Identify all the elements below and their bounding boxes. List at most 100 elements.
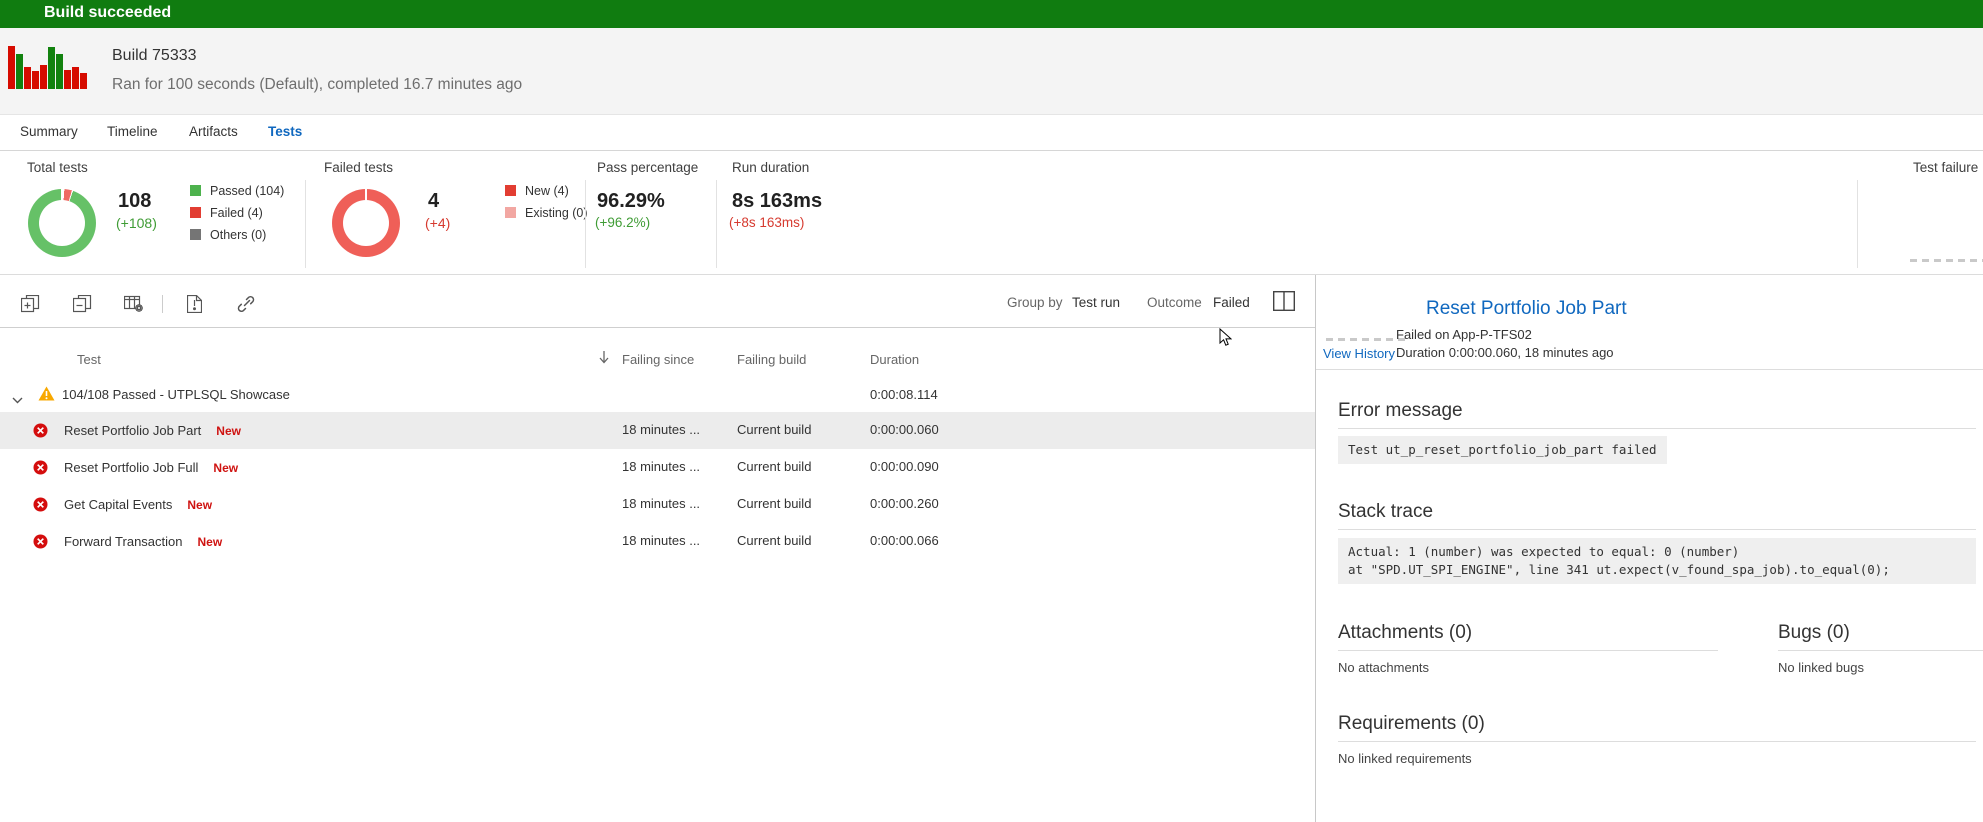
- tab-bar: Summary Timeline Artifacts Tests: [0, 115, 1983, 151]
- tab-timeline[interactable]: Timeline: [107, 124, 158, 139]
- detail-test-title: Reset Portfolio Job Part: [1426, 298, 1627, 320]
- results-toolbar: Group by Test run Outcome Failed: [0, 282, 1315, 328]
- no-linked-requirements-text: No linked requirements: [1338, 751, 1472, 766]
- table-row[interactable]: Forward Transaction New 18 minutes ... Cu…: [0, 523, 1315, 560]
- run-duration-delta: (+8s 163ms): [729, 215, 804, 230]
- column-options-button[interactable]: [120, 290, 148, 318]
- copy-link-button[interactable]: [232, 290, 260, 318]
- stack-trace-heading: Stack trace: [1338, 501, 1433, 523]
- expand-all-button[interactable]: [16, 290, 44, 318]
- duration-cell: 0:00:00.260: [870, 496, 939, 511]
- failing-build-cell: Current build: [737, 459, 811, 474]
- failing-build-cell: Current build: [737, 533, 811, 548]
- failed-tests-label: Failed tests: [324, 160, 393, 175]
- bugs-heading: Bugs (0): [1778, 622, 1850, 644]
- duration-cell: 0:00:00.090: [870, 459, 939, 474]
- duration-text: Duration 0:00:00.060, 18 minutes ago: [1396, 345, 1614, 360]
- no-attachments-text: No attachments: [1338, 660, 1429, 675]
- duration-cell: 0:00:00.066: [870, 533, 939, 548]
- run-duration-label: Run duration: [732, 160, 809, 175]
- mouse-cursor: [1219, 328, 1232, 352]
- outcome-label: Outcome: [1147, 295, 1202, 310]
- existing-color-swatch: [505, 207, 516, 218]
- details-pane-toggle-button[interactable]: [1270, 287, 1298, 315]
- collapse-all-button[interactable]: [68, 290, 96, 318]
- error-message-text: Test ut_p_reset_portfolio_job_part faile…: [1338, 436, 1667, 464]
- test-failure-label: Test failure: [1913, 160, 1978, 175]
- total-tests-legend: Passed (104) Failed (4) Others (0): [190, 183, 284, 249]
- total-tests-label: Total tests: [27, 160, 88, 175]
- stats-separator: [585, 180, 586, 268]
- test-name: Get Capital Events: [64, 497, 172, 512]
- group-by-label: Group by: [1007, 295, 1063, 310]
- new-badge: New: [187, 498, 212, 512]
- section-rule: [1338, 529, 1976, 530]
- column-header-duration[interactable]: Duration: [870, 352, 919, 367]
- view-history-link[interactable]: View History: [1323, 346, 1395, 361]
- build-status-text: Build succeeded: [44, 4, 171, 22]
- pass-percentage-label: Pass percentage: [597, 160, 698, 175]
- test-name: Reset Portfolio Job Full: [64, 460, 198, 475]
- others-color-swatch: [190, 229, 201, 240]
- legend-item-passed: Passed (104): [190, 183, 284, 198]
- section-rule: [1338, 428, 1976, 429]
- attachments-heading: Attachments (0): [1338, 622, 1472, 644]
- failed-tests-delta: (+4): [425, 215, 450, 231]
- tab-artifacts[interactable]: Artifacts: [189, 124, 238, 139]
- failed-tests-value: 4: [428, 190, 439, 213]
- sort-descending-icon: [598, 350, 610, 369]
- failed-tests-legend: New (4) Existing (0): [505, 183, 588, 227]
- test-run-name: 104/108 Passed - UTPLSQL Showcase: [62, 387, 290, 402]
- group-by-dropdown[interactable]: Test run: [1072, 295, 1120, 310]
- new-color-swatch: [505, 185, 516, 196]
- total-tests-donut-chart: [28, 189, 96, 257]
- new-badge: New: [216, 424, 241, 438]
- outcome-dropdown[interactable]: Failed: [1213, 295, 1250, 310]
- tab-tests[interactable]: Tests: [268, 124, 302, 139]
- legend-label: Others (0): [210, 228, 266, 242]
- test-name: Forward Transaction: [64, 534, 183, 549]
- column-header-failing-build[interactable]: Failing build: [737, 352, 806, 367]
- column-header-test[interactable]: Test: [77, 352, 101, 367]
- test-failed-icon: [33, 497, 48, 517]
- duration-cell: 0:00:00.060: [870, 422, 939, 437]
- failing-build-cell: Current build: [737, 422, 811, 437]
- pass-percentage-value: 96.29%: [597, 190, 665, 213]
- toolbar-separator: [162, 295, 163, 313]
- table-row[interactable]: Reset Portfolio Job PartNew 18 minutes .…: [0, 412, 1315, 449]
- build-status-bar: Build succeeded: [0, 0, 1983, 28]
- panel-divider: [1316, 369, 1983, 370]
- new-badge: New: [198, 535, 223, 549]
- test-failed-icon: [33, 534, 48, 554]
- build-history-chart-icon: [8, 37, 88, 94]
- history-trend-placeholder: [1326, 338, 1406, 341]
- table-row[interactable]: Reset Portfolio Job FullNew 18 minutes .…: [0, 449, 1315, 486]
- chevron-down-icon[interactable]: [12, 391, 23, 409]
- legend-item-new: New (4): [505, 183, 588, 198]
- column-header-failing-since[interactable]: Failing since: [622, 352, 694, 367]
- table-row[interactable]: Get Capital EventsNew 18 minutes ... Cur…: [0, 486, 1315, 523]
- test-run-group-row[interactable]: 104/108 Passed - UTPLSQL Showcase 0:00:0…: [0, 378, 1315, 412]
- test-summary-charts: Total tests 108 (+108) Passed (104) Fail…: [0, 151, 1983, 275]
- legend-item-others: Others (0): [190, 227, 284, 242]
- pass-percentage-delta: (+96.2%): [595, 215, 650, 230]
- new-badge: New: [213, 461, 238, 475]
- test-results-grid: Group by Test run Outcome Failed Test Fa…: [0, 275, 1315, 822]
- failing-build-cell: Current build: [737, 496, 811, 511]
- stats-separator: [716, 180, 717, 268]
- test-run-duration: 0:00:08.114: [870, 387, 938, 402]
- build-summary-text: Ran for 100 seconds (Default), completed…: [112, 76, 522, 94]
- tab-summary[interactable]: Summary: [20, 124, 78, 139]
- legend-item-existing: Existing (0): [505, 205, 588, 220]
- warning-icon: [38, 386, 55, 406]
- passed-color-swatch: [190, 185, 201, 196]
- section-rule: [1338, 741, 1976, 742]
- failing-since-cell: 18 minutes ...: [622, 533, 700, 548]
- stack-trace-text: Actual: 1 (number) was expected to equal…: [1338, 538, 1976, 584]
- requirements-heading: Requirements (0): [1338, 713, 1485, 735]
- test-name: Reset Portfolio Job Part: [64, 423, 201, 438]
- test-run-info-button[interactable]: [180, 290, 208, 318]
- section-rule: [1778, 650, 1983, 651]
- test-failure-trend-placeholder: [1910, 259, 1983, 262]
- stats-separator: [305, 180, 306, 268]
